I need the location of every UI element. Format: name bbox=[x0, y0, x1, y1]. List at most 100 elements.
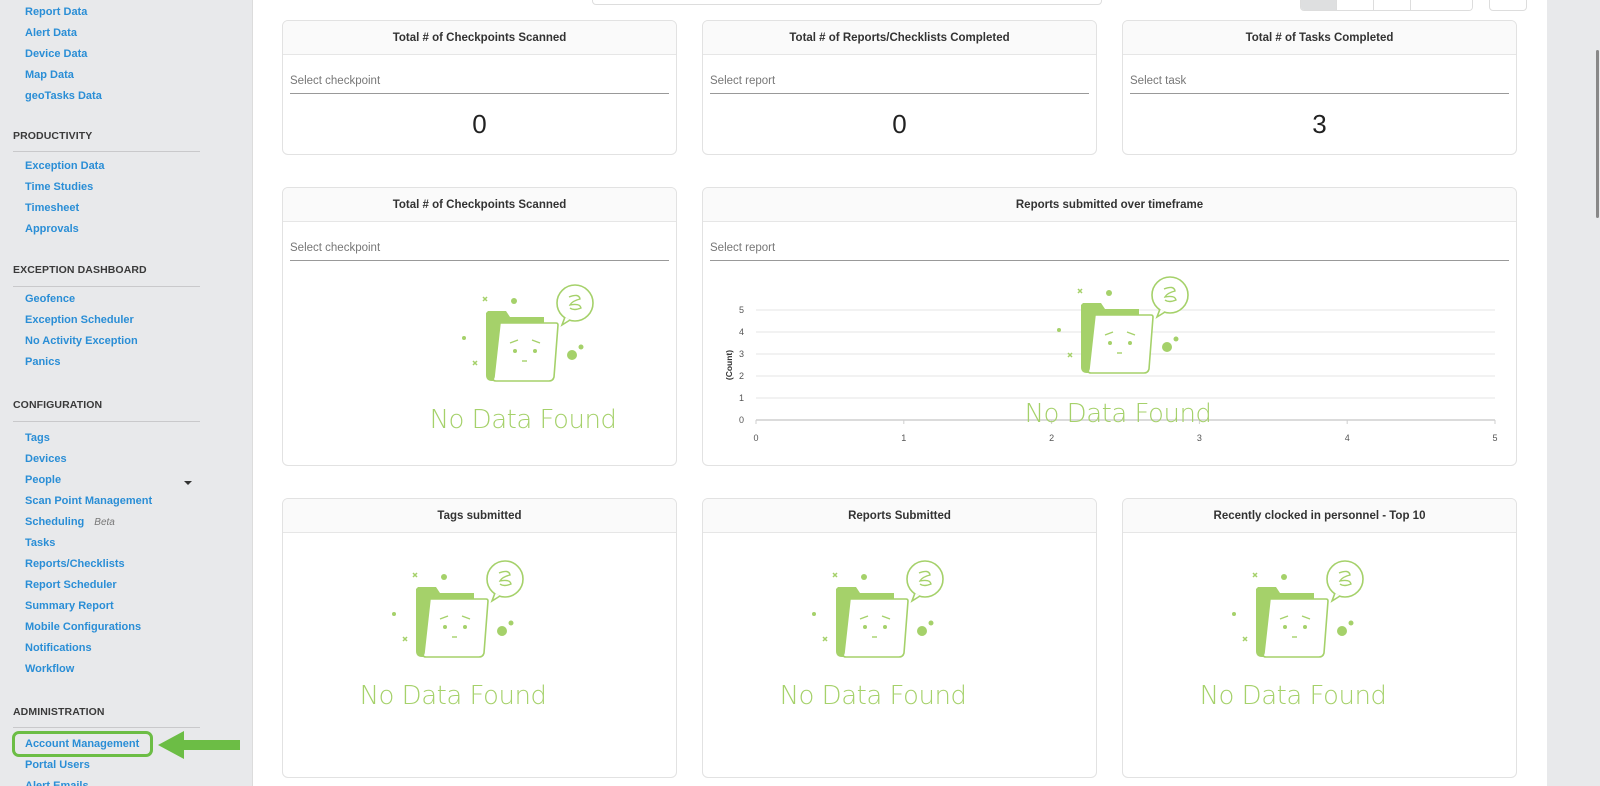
no-data-text: No Data Found bbox=[359, 681, 547, 711]
tasks-count-value: 3 bbox=[1312, 109, 1327, 139]
sidebar-item-notifications[interactable]: Notifications bbox=[25, 642, 92, 654]
sidebar-item-people[interactable]: People bbox=[25, 474, 61, 486]
y-tick-label: 1 bbox=[739, 393, 744, 403]
card-checkpoints-chart: Total # of Checkpoints Scanned Select ch… bbox=[282, 187, 677, 466]
no-data-text: No Data Found bbox=[1199, 681, 1387, 711]
task-select[interactable]: Select task bbox=[1130, 67, 1509, 94]
empty-state: No Data Found bbox=[353, 283, 676, 435]
sidebar-item-geofence[interactable]: Geofence bbox=[25, 293, 75, 305]
no-data-text: No Data Found bbox=[429, 405, 617, 435]
x-tick-label: 3 bbox=[1197, 433, 1202, 443]
sidebar-item-mobile-configurations[interactable]: Mobile Configurations bbox=[25, 621, 141, 633]
x-tick-label: 2 bbox=[1049, 433, 1054, 443]
empty-state: No Data Found bbox=[703, 559, 1043, 711]
card-recent-personnel: Recently clocked in personnel - Top 10 N… bbox=[1122, 498, 1517, 778]
card-reports-timeframe: Reports submitted over timeframe Select … bbox=[702, 187, 1517, 466]
date-range-button-group bbox=[1300, 0, 1473, 11]
empty-folder-icon bbox=[1232, 560, 1364, 658]
sidebar-item-scheduling-label: Scheduling bbox=[25, 516, 85, 528]
highlight-annotation bbox=[12, 731, 153, 757]
empty-state: No Data Found bbox=[968, 275, 1268, 429]
card-title: Tags submitted bbox=[283, 499, 676, 533]
sidebar-divider bbox=[13, 727, 200, 728]
reports-count-value: 0 bbox=[892, 109, 907, 139]
sidebar-heading-configuration: CONFIGURATION bbox=[13, 399, 103, 411]
x-tick-label: 1 bbox=[901, 433, 906, 443]
card-title: Total # of Checkpoints Scanned bbox=[283, 188, 676, 222]
card-reports-count: Total # of Reports/Checklists Completed … bbox=[702, 20, 1097, 155]
sidebar-heading-productivity: PRODUCTIVITY bbox=[13, 130, 93, 142]
no-data-text: No Data Found bbox=[1024, 399, 1212, 429]
sidebar-item-workflow[interactable]: Workflow bbox=[25, 663, 74, 675]
y-axis-label: (Count) bbox=[724, 350, 734, 380]
sidebar-item-alert-data[interactable]: Alert Data bbox=[25, 27, 77, 39]
sidebar-item-panics[interactable]: Panics bbox=[25, 356, 60, 368]
sidebar-heading-administration: ADMINISTRATION bbox=[13, 706, 105, 718]
sidebar: Report Data Alert Data Device Data Map D… bbox=[0, 0, 253, 786]
card-checkpoints-count: Total # of Checkpoints Scanned Select ch… bbox=[282, 20, 677, 155]
sidebar-item-scheduling[interactable]: Scheduling Beta bbox=[25, 516, 115, 528]
sidebar-item-alert-emails[interactable]: Alert Emails bbox=[25, 780, 89, 786]
sidebar-divider bbox=[13, 151, 200, 152]
sidebar-item-no-activity-exception[interactable]: No Activity Exception bbox=[25, 335, 138, 347]
y-tick-label: 5 bbox=[739, 305, 744, 315]
toolbar-button[interactable] bbox=[1489, 0, 1527, 11]
arrow-left-icon bbox=[158, 731, 240, 759]
empty-folder-icon bbox=[1057, 276, 1189, 374]
sidebar-item-approvals[interactable]: Approvals bbox=[25, 223, 79, 235]
no-data-text: No Data Found bbox=[779, 681, 967, 711]
sidebar-item-exception-scheduler[interactable]: Exception Scheduler bbox=[25, 314, 134, 326]
x-tick-label: 0 bbox=[753, 433, 758, 443]
card-title: Total # of Checkpoints Scanned bbox=[283, 21, 676, 55]
report-select[interactable]: Select report bbox=[710, 67, 1089, 94]
sidebar-item-portal-users[interactable]: Portal Users bbox=[25, 759, 90, 771]
search-input[interactable] bbox=[592, 0, 1102, 5]
range-button[interactable] bbox=[1301, 0, 1337, 10]
sidebar-divider bbox=[13, 421, 200, 422]
sidebar-item-scan-point-management[interactable]: Scan Point Management bbox=[25, 495, 152, 507]
empty-state: No Data Found bbox=[283, 559, 623, 711]
sidebar-item-device-data[interactable]: Device Data bbox=[25, 48, 87, 60]
sidebar-item-map-data[interactable]: Map Data bbox=[25, 69, 74, 81]
y-tick-label: 0 bbox=[739, 415, 744, 425]
empty-state: No Data Found bbox=[1123, 559, 1463, 711]
sidebar-item-summary-report[interactable]: Summary Report bbox=[25, 600, 114, 612]
card-title: Reports Submitted bbox=[703, 499, 1096, 533]
range-button[interactable] bbox=[1374, 0, 1411, 10]
sidebar-item-devices[interactable]: Devices bbox=[25, 453, 67, 465]
checkpoint-select[interactable]: Select checkpoint bbox=[290, 67, 669, 94]
card-reports-submitted: Reports Submitted No Data Found bbox=[702, 498, 1097, 778]
sidebar-item-timesheet[interactable]: Timesheet bbox=[25, 202, 79, 214]
y-tick-label: 2 bbox=[739, 371, 744, 381]
y-tick-label: 3 bbox=[739, 349, 744, 359]
sidebar-item-report-scheduler[interactable]: Report Scheduler bbox=[25, 579, 117, 591]
x-tick-label: 5 bbox=[1492, 433, 1497, 443]
range-button[interactable] bbox=[1337, 0, 1374, 10]
card-title: Recently clocked in personnel - Top 10 bbox=[1123, 499, 1516, 533]
scrollbar[interactable] bbox=[1596, 50, 1599, 218]
empty-folder-icon bbox=[812, 560, 944, 658]
sidebar-heading-exception-dashboard: EXCEPTION DASHBOARD bbox=[13, 264, 147, 276]
sidebar-item-time-studies[interactable]: Time Studies bbox=[25, 181, 93, 193]
sidebar-divider bbox=[13, 286, 200, 287]
right-gutter bbox=[1547, 0, 1600, 786]
chevron-down-icon[interactable] bbox=[184, 481, 192, 485]
card-title: Total # of Reports/Checklists Completed bbox=[703, 21, 1096, 55]
sidebar-item-reports-checklists[interactable]: Reports/Checklists bbox=[25, 558, 125, 570]
sidebar-item-tasks[interactable]: Tasks bbox=[25, 537, 55, 549]
y-tick-label: 4 bbox=[739, 327, 744, 337]
range-button[interactable] bbox=[1411, 0, 1472, 10]
empty-folder-icon bbox=[462, 284, 594, 382]
sidebar-item-report-data[interactable]: Report Data bbox=[25, 6, 87, 18]
card-title: Total # of Tasks Completed bbox=[1123, 21, 1516, 55]
checkpoint-select[interactable]: Select checkpoint bbox=[290, 234, 669, 261]
checkpoints-count-value: 0 bbox=[472, 109, 487, 139]
beta-badge: Beta bbox=[94, 517, 115, 528]
empty-folder-icon bbox=[392, 560, 524, 658]
x-tick-label: 4 bbox=[1345, 433, 1350, 443]
card-tasks-count: Total # of Tasks Completed Select task 3 bbox=[1122, 20, 1517, 155]
card-tags-submitted: Tags submitted No Data Found bbox=[282, 498, 677, 778]
sidebar-item-exception-data[interactable]: Exception Data bbox=[25, 160, 104, 172]
sidebar-item-tags[interactable]: Tags bbox=[25, 432, 50, 444]
sidebar-item-geotasks-data[interactable]: geoTasks Data bbox=[25, 90, 102, 102]
